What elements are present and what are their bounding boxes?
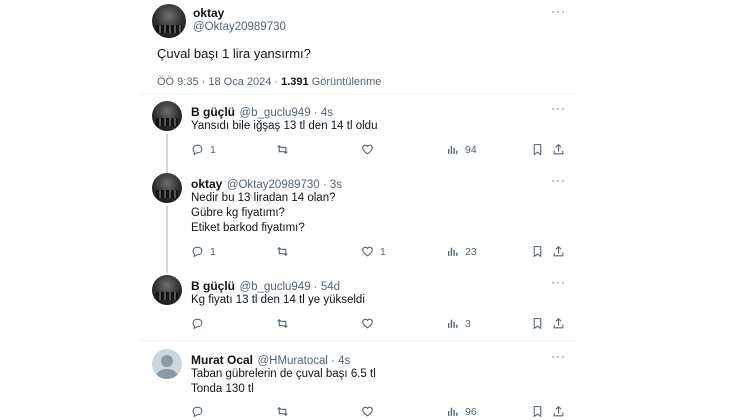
analytics-icon (448, 247, 458, 256)
tweet-time: ÖÖ 9:35 · 18 Oca 2024 · (157, 76, 282, 88)
reply-text-line: Taban gübrelerin de çuval başı 6.5 tl (191, 368, 376, 380)
reply-icon (192, 406, 203, 418)
more-options-button[interactable]: ··· (551, 173, 566, 187)
views-button[interactable]: 3 (446, 317, 471, 330)
more-options-button[interactable]: ··· (551, 101, 566, 115)
retweet-icon (277, 246, 288, 257)
avatar[interactable] (152, 349, 182, 379)
share-icon (553, 317, 564, 329)
reply-button[interactable]: 1 (191, 245, 216, 258)
reply-button[interactable] (191, 405, 210, 418)
heart-icon (362, 246, 373, 257)
bookmark-icon (533, 318, 542, 330)
retweet-button[interactable] (276, 245, 295, 258)
reply-text-line: Nedir bu 13 liradan 14 olan? (191, 192, 336, 204)
views-button[interactable]: 94 (446, 143, 477, 156)
views-button[interactable]: 23 (446, 245, 477, 258)
share-button[interactable] (552, 143, 565, 156)
bookmark-button[interactable] (531, 245, 544, 258)
reply-author-handle[interactable]: @b_guclu949 · 54d (239, 281, 340, 293)
share-button[interactable] (552, 405, 565, 418)
reply-author-handle[interactable]: @HMuratocal · 4s (257, 355, 350, 367)
like-count: 1 (380, 245, 386, 258)
reply-author-name[interactable]: B güçlü (191, 105, 235, 119)
like-button[interactable]: 1 (361, 245, 386, 258)
like-button[interactable] (361, 405, 380, 418)
thread-line (166, 133, 168, 173)
author-name[interactable]: oktay (193, 6, 224, 20)
author-handle[interactable]: @Oktay20989730 (193, 21, 286, 33)
bookmark-icon (533, 144, 542, 156)
avatar[interactable] (152, 101, 182, 131)
reply-text: Kg fiyatı 13 tl den 14 tl ye yükseldi (191, 294, 365, 306)
reply-icon (192, 144, 203, 156)
view-count: 3 (465, 317, 471, 330)
reply-icon (192, 246, 203, 258)
retweet-button[interactable] (276, 405, 295, 418)
reply-count: 1 (210, 245, 216, 258)
reply-author-handle[interactable]: @b_guclu949 · 4s (239, 107, 333, 119)
reply-text-line: Tonda 130 tl (191, 383, 254, 395)
reply-author-handle[interactable]: @Oktay20989730 · 3s (227, 179, 342, 191)
view-count: 96 (465, 405, 477, 418)
retweet-icon (277, 318, 288, 329)
more-options-button[interactable]: ··· (551, 349, 566, 363)
reply-author-name[interactable]: Murat Ocal (191, 353, 253, 367)
bookmark-icon (533, 406, 542, 418)
heart-icon (362, 406, 373, 417)
reply-author-name[interactable]: oktay (191, 177, 222, 191)
tweet-text: Çuval başı 1 lira yansırmı? (157, 46, 311, 61)
bookmark-button[interactable] (531, 405, 544, 418)
share-icon (553, 405, 564, 417)
tweet-meta: ÖÖ 9:35 · 18 Oca 2024 · 1.391 Görüntülen… (157, 76, 381, 88)
reply-button[interactable] (191, 317, 210, 330)
avatar[interactable] (152, 173, 182, 203)
divider (140, 340, 575, 341)
like-button[interactable] (361, 143, 380, 156)
bookmark-icon (533, 246, 542, 258)
reply-author-name[interactable]: B güçlü (191, 279, 235, 293)
reply-text-line: Etiket barkod fiyatımı? (191, 222, 305, 234)
avatar[interactable] (152, 4, 186, 38)
divider (140, 94, 575, 95)
reply-text: Yansıdı bile iğşaş 13 tl den 14 tl oldu (191, 120, 378, 132)
reply-button[interactable]: 1 (191, 143, 216, 156)
view-count: 94 (465, 143, 477, 156)
more-options-button[interactable]: ··· (551, 4, 566, 18)
bookmark-button[interactable] (531, 317, 544, 330)
reply-text-line: Gübre kg fiyatımı? (191, 207, 285, 219)
heart-icon (362, 318, 373, 329)
reply-count: 1 (210, 143, 216, 156)
views-button[interactable]: 96 (446, 405, 477, 418)
retweet-button[interactable] (276, 317, 295, 330)
retweet-icon (277, 406, 288, 417)
more-options-button[interactable]: ··· (551, 275, 566, 289)
share-button[interactable] (552, 245, 565, 258)
avatar[interactable] (152, 275, 182, 305)
share-icon (553, 245, 564, 257)
view-count: 23 (465, 245, 477, 258)
default-avatar-icon (155, 355, 179, 379)
analytics-icon (448, 145, 458, 154)
views-label: Görüntülenme (308, 76, 382, 88)
analytics-icon (448, 407, 458, 416)
retweet-button[interactable] (276, 143, 295, 156)
analytics-icon (448, 319, 458, 328)
reply-icon (192, 318, 203, 330)
retweet-icon (277, 144, 288, 155)
like-button[interactable] (361, 317, 380, 330)
share-button[interactable] (552, 317, 565, 330)
bookmark-button[interactable] (531, 143, 544, 156)
views-count: 1.391 (281, 76, 309, 88)
thread-line (166, 205, 168, 273)
heart-icon (362, 144, 373, 155)
share-icon (553, 143, 564, 155)
